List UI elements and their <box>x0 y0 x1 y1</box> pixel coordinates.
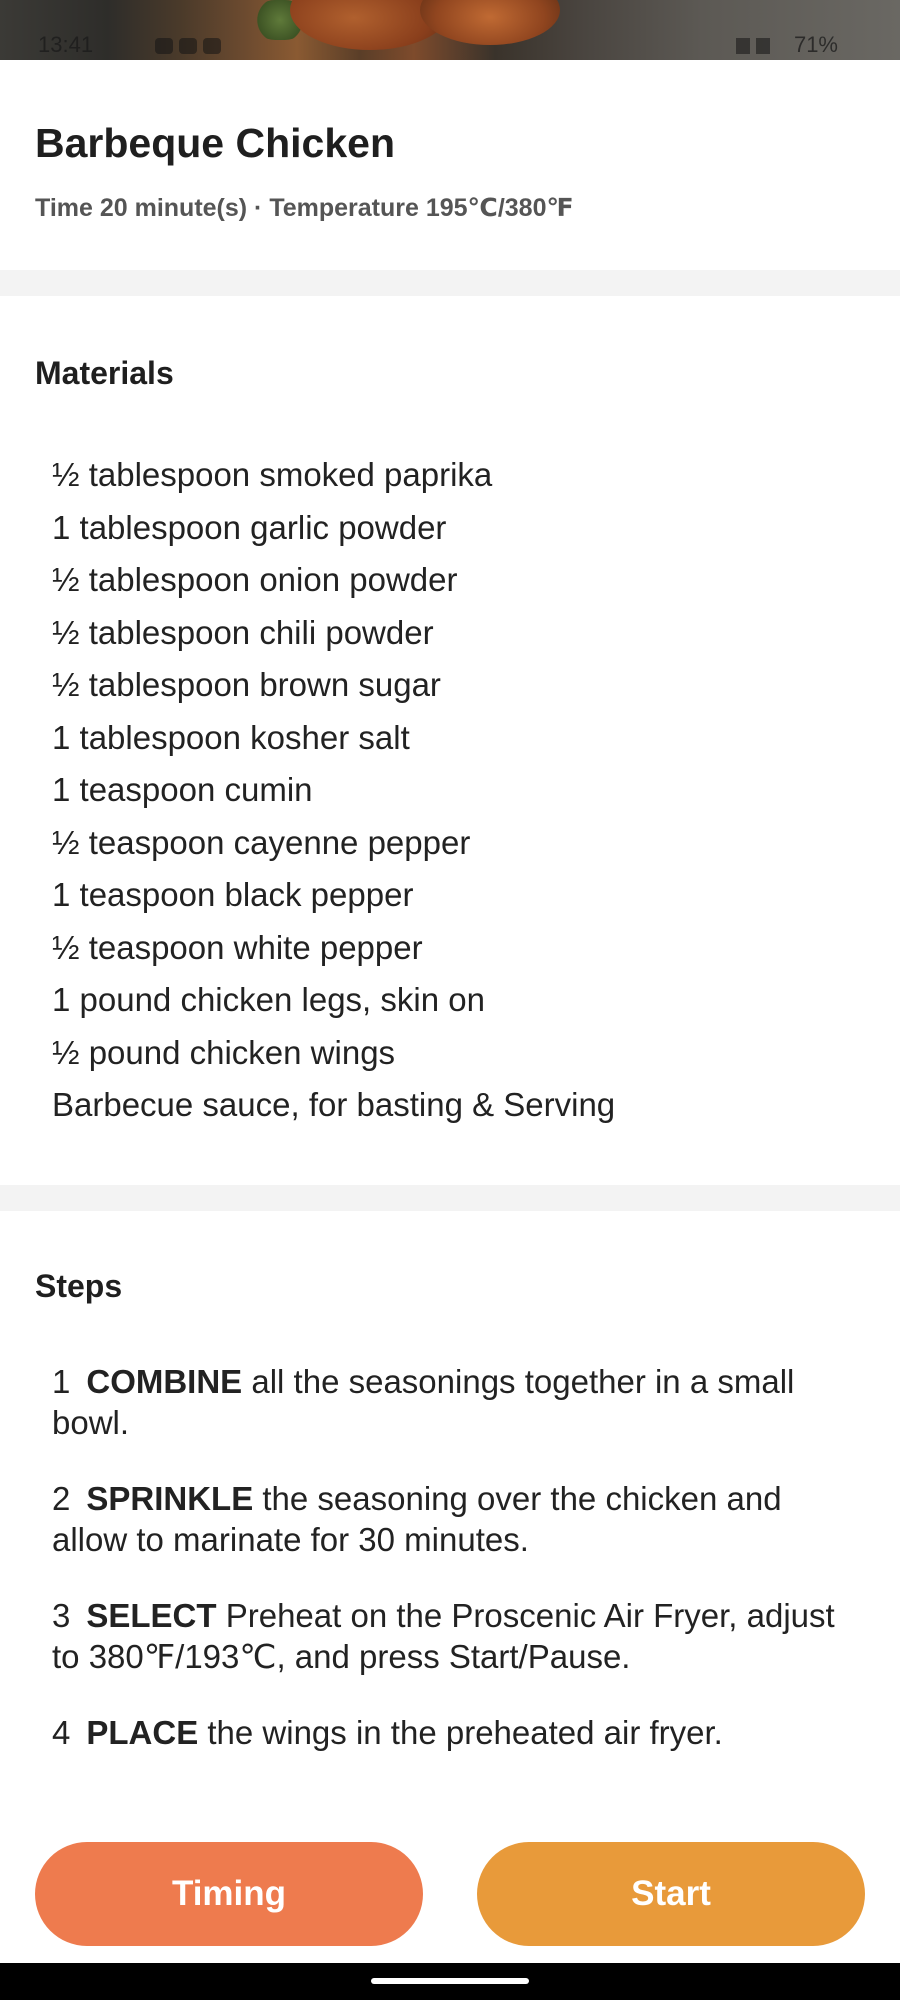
status-time: 13:41 <box>38 32 94 57</box>
step-number: 3 <box>52 1597 71 1634</box>
start-button[interactable]: Start <box>477 1842 865 1946</box>
step-item: 4 PLACE the wings in the preheated air fr… <box>52 1712 852 1753</box>
step-number: 4 <box>52 1714 71 1751</box>
recipe-hero-image: 13:41 71% <box>0 0 900 60</box>
status-bar: 13:41 71% <box>0 30 900 60</box>
notification-icon <box>203 38 221 54</box>
notification-icon <box>179 38 197 54</box>
material-item: ½ tablespoon chili powder <box>52 613 434 651</box>
recipe-header: Barbeque Chicken Time 20 minute(s) · Tem… <box>0 60 900 270</box>
material-item: 1 tablespoon kosher salt <box>52 718 410 756</box>
battery-icon <box>756 38 770 54</box>
material-item: ½ teaspoon cayenne pepper <box>52 823 471 861</box>
step-verb: COMBINE <box>86 1363 243 1400</box>
material-item: ½ tablespoon smoked paprika <box>52 456 493 493</box>
step-item: 2 SPRINKLE the seasoning over the chicken… <box>52 1478 852 1560</box>
recipe-title: Barbeque Chicken <box>35 120 395 166</box>
step-number: 2 <box>52 1480 71 1517</box>
material-item: 1 pound chicken legs, skin on <box>52 981 485 1018</box>
step-verb: SELECT <box>86 1597 217 1634</box>
material-item: Barbecue sauce, for basting & Serving <box>52 1086 616 1123</box>
step-item: 1 COMBINE all the seasonings together in … <box>52 1361 852 1443</box>
section-divider <box>0 270 900 296</box>
material-item: 1 teaspoon black pepper <box>52 876 414 913</box>
materials-heading: Materials <box>35 355 174 391</box>
signal-icon <box>736 38 750 54</box>
battery-percentage: 71% <box>793 32 838 57</box>
notification-icon <box>155 38 173 54</box>
recipe-time-temperature: Time 20 minute(s) · Temperature 195℃/380… <box>35 194 574 222</box>
material-item: ½ pound chicken wings <box>52 1033 396 1071</box>
step-item: 3 SELECT Preheat on the Proscenic Air Fry… <box>52 1595 852 1677</box>
timing-button[interactable]: Timing <box>35 1842 423 1946</box>
home-indicator[interactable] <box>371 1978 529 1984</box>
material-item: ½ teaspoon white pepper <box>52 928 423 966</box>
material-item: ½ tablespoon brown sugar <box>52 666 441 703</box>
step-verb: SPRINKLE <box>86 1480 254 1517</box>
step-verb: PLACE <box>86 1714 199 1751</box>
notification-icons <box>155 38 221 54</box>
system-navigation-bar <box>0 1963 900 2000</box>
material-item: 1 teaspoon cumin <box>52 771 313 808</box>
recipe-detail-screen: 13:41 71% Barbeque Chicken Time 20 minut… <box>0 0 900 2000</box>
materials-list: ½ tablespoon smoked paprika 1 tablespoon… <box>52 449 615 1132</box>
system-icons <box>736 38 770 54</box>
steps-list: 1 COMBINE all the seasonings together in … <box>52 1361 852 1788</box>
step-text: the wings in the preheated air fryer. <box>198 1714 723 1751</box>
section-divider <box>0 1185 900 1211</box>
step-number: 1 <box>52 1363 71 1400</box>
material-item: ½ tablespoon onion powder <box>52 561 458 598</box>
steps-heading: Steps <box>35 1268 123 1304</box>
material-item: 1 tablespoon garlic powder <box>52 508 447 546</box>
